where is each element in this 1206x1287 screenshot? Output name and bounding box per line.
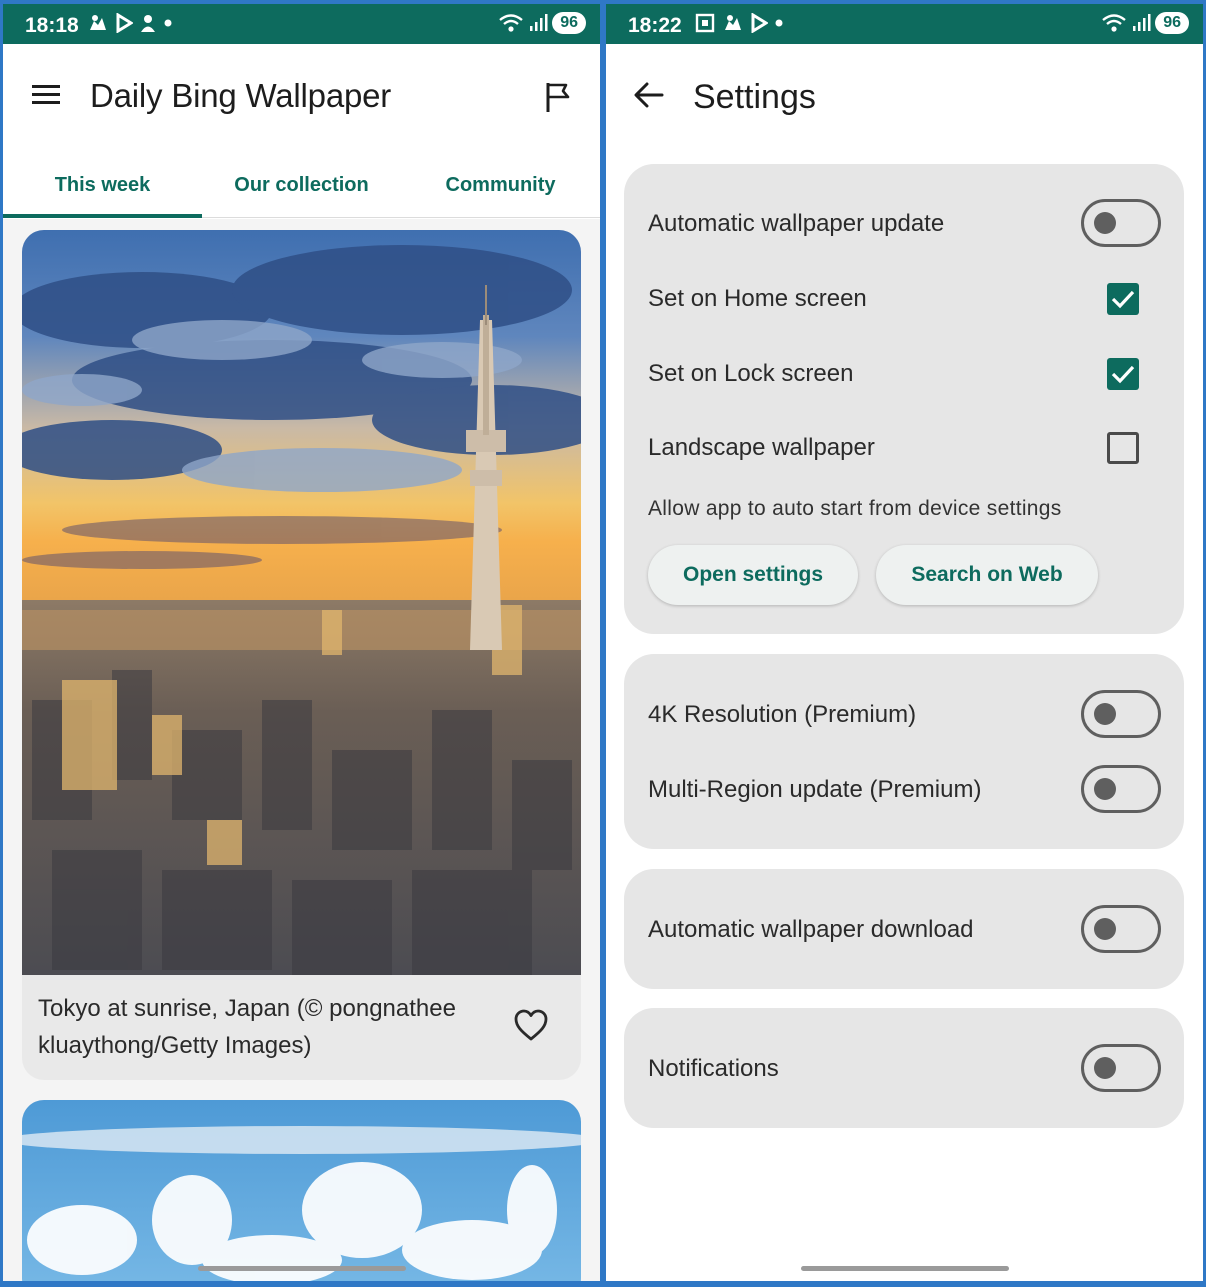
screenshot-notification-icon [695, 13, 715, 33]
notification-icon [90, 15, 106, 30]
battery-indicator: 96 [552, 12, 586, 34]
tab-this-week[interactable]: This week [3, 164, 202, 218]
tab-bar: This week Our collection Community [3, 164, 600, 218]
page-title: Settings [693, 78, 816, 116]
menu-icon[interactable] [29, 80, 65, 110]
tab-our-collection[interactable]: Our collection [202, 164, 401, 217]
signal-icon [530, 14, 548, 31]
toggle-automatic-wallpaper-download[interactable] [1081, 905, 1161, 953]
app-notification-icon [141, 15, 155, 32]
gesture-nav-bar[interactable] [197, 1266, 406, 1271]
wallpaper-image-tokyo[interactable] [22, 230, 581, 975]
heart-icon[interactable] [513, 1008, 549, 1044]
label-4k-resolution: 4K Resolution (Premium) [648, 701, 917, 728]
toggle-automatic-wallpaper-update[interactable] [1081, 199, 1161, 247]
label-landscape-wallpaper: Landscape wallpaper [648, 434, 875, 461]
label-notifications: Notifications [648, 1055, 779, 1082]
wifi-icon [1102, 14, 1126, 32]
wifi-icon [499, 14, 523, 32]
status-bar: 18:22 96 [606, 4, 1203, 44]
status-time: 18:18 [25, 14, 79, 37]
settings-screen: 18:22 96 Settings Automatic wallpaper up… [606, 4, 1203, 1281]
settings-group-premium: 4K Resolution (Premium) Multi-Region upd… [624, 654, 1184, 849]
check-icon [1111, 290, 1135, 309]
wallpaper-image-clouds[interactable] [22, 1100, 581, 1281]
status-indicators: 96 [1101, 12, 1189, 34]
wallpaper-caption: Tokyo at sunrise, Japan (© pongnathee kl… [38, 995, 456, 1059]
label-set-on-home-screen: Set on Home screen [648, 285, 867, 312]
check-icon [1111, 365, 1135, 384]
checkbox-landscape-wallpaper[interactable] [1107, 432, 1139, 464]
status-time: 18:22 [628, 14, 682, 37]
checkbox-set-on-home-screen[interactable] [1107, 283, 1139, 315]
toggle-4k-resolution[interactable] [1081, 690, 1161, 738]
label-automatic-wallpaper-download: Automatic wallpaper download [648, 916, 974, 943]
label-multi-region-update: Multi-Region update (Premium) [648, 776, 982, 803]
notification-icon [725, 15, 741, 30]
toggle-notifications[interactable] [1081, 1044, 1161, 1092]
play-notification-icon [116, 13, 133, 33]
settings-group-wallpaper: Automatic wallpaper update Set on Home s… [624, 164, 1184, 634]
dot-icon [164, 19, 172, 27]
wallpaper-card[interactable] [22, 1100, 581, 1281]
flag-icon[interactable] [542, 80, 574, 114]
label-automatic-wallpaper-update: Automatic wallpaper update [648, 210, 945, 237]
gesture-nav-bar[interactable] [800, 1266, 1009, 1271]
tab-community[interactable]: Community [401, 164, 600, 217]
settings-group-notifications: Notifications [624, 1008, 1184, 1128]
battery-indicator: 96 [1155, 12, 1189, 34]
settings-group-download: Automatic wallpaper download [624, 869, 1184, 989]
wallpaper-feed[interactable]: Tokyo at sunrise, Japan (© pongnathee kl… [3, 219, 600, 1281]
play-notification-icon [751, 13, 768, 33]
status-bar: 18:18 96 [3, 4, 600, 44]
open-settings-button[interactable]: Open settings [648, 545, 858, 605]
search-on-web-button[interactable]: Search on Web [876, 545, 1098, 605]
app-title: Daily Bing Wallpaper [90, 77, 392, 114]
notification-icons [694, 12, 784, 34]
signal-icon [1133, 14, 1151, 31]
label-set-on-lock-screen: Set on Lock screen [648, 360, 854, 387]
back-arrow-icon[interactable] [632, 78, 666, 112]
dot-icon [775, 19, 783, 27]
notification-icons [87, 12, 173, 34]
bing-wallpaper-home-screen: 18:18 96 Daily Bing Wallpaper This week … [3, 4, 600, 1281]
wallpaper-card[interactable]: Tokyo at sunrise, Japan (© pongnathee kl… [22, 230, 581, 1080]
auto-start-note: Allow app to auto start from device sett… [648, 497, 1062, 520]
checkbox-set-on-lock-screen[interactable] [1107, 358, 1139, 390]
status-indicators: 96 [498, 12, 586, 34]
toggle-multi-region-update[interactable] [1081, 765, 1161, 813]
app-bar: Daily Bing Wallpaper [3, 44, 600, 149]
